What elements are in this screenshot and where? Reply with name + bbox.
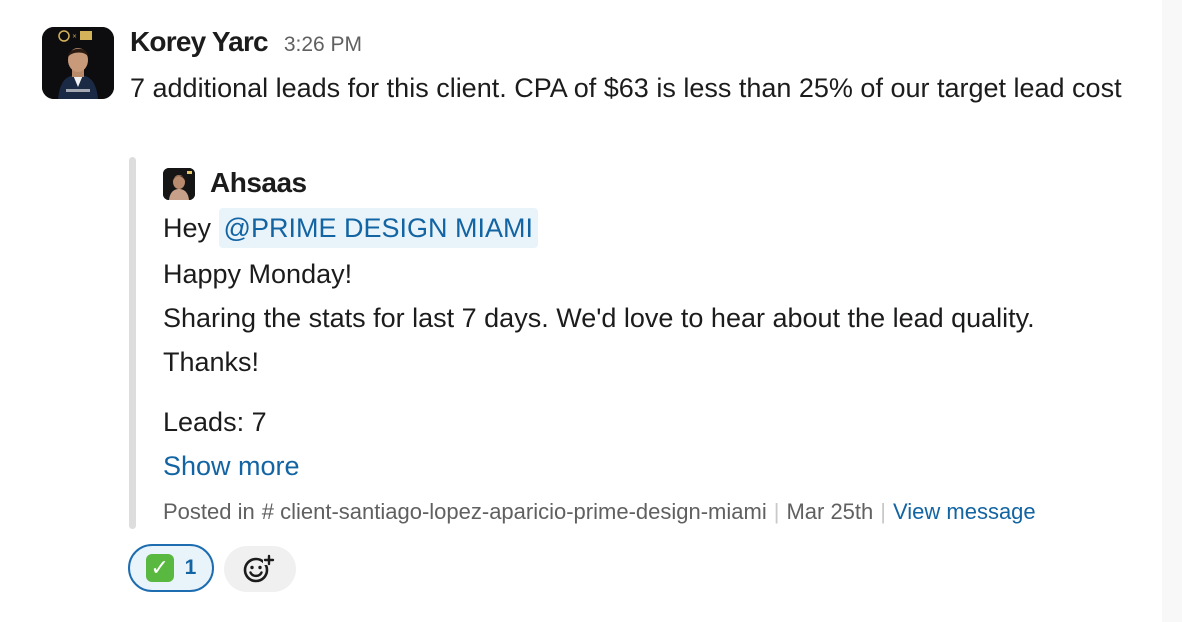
footer-separator: | bbox=[880, 499, 886, 524]
attachment-greeting-line: Hey @PRIME DESIGN MIAMI bbox=[163, 208, 538, 248]
posted-date: Mar 25th bbox=[786, 499, 874, 524]
emoji-add-icon bbox=[243, 554, 275, 583]
message-timestamp[interactable]: 3:26 PM bbox=[284, 33, 362, 57]
message-text: 7 additional leads for this client. CPA … bbox=[130, 73, 1122, 103]
footer-separator: | bbox=[773, 499, 780, 524]
attachment-author-avatar[interactable] bbox=[163, 168, 195, 200]
svg-text:×: × bbox=[72, 33, 77, 40]
message-header: Korey Yarc 3:26 PM bbox=[130, 26, 362, 62]
attachment-footer: Posted in # client-santiago-lopez-aparic… bbox=[163, 494, 1036, 530]
attachment-line: Happy Monday! bbox=[163, 259, 353, 289]
attachment-quote-bar bbox=[129, 157, 136, 529]
view-message-link[interactable]: View message bbox=[893, 494, 1036, 530]
channel-link[interactable]: # client-santiago-lopez-aparicio-prime-d… bbox=[262, 494, 767, 530]
scroll-gutter bbox=[1162, 0, 1182, 622]
author-avatar[interactable]: × bbox=[42, 27, 114, 99]
white-check-mark-icon: ✓ bbox=[145, 554, 174, 582]
attachment-leads-line: Leads: 7 bbox=[163, 407, 267, 437]
reaction-pill[interactable]: ✓ 1 bbox=[128, 544, 214, 592]
attachment-author-name[interactable]: Ahsaas bbox=[210, 163, 307, 203]
add-reaction-button[interactable] bbox=[224, 546, 296, 592]
author-name[interactable]: Korey Yarc bbox=[130, 26, 269, 58]
attachment-line: Thanks! bbox=[163, 347, 260, 377]
profile-photo-icon: × bbox=[42, 27, 114, 99]
greeting-text: Hey bbox=[163, 213, 212, 243]
reaction-count: 1 bbox=[184, 556, 197, 579]
user-mention[interactable]: @PRIME DESIGN MIAMI bbox=[218, 208, 538, 248]
posted-in-label: Posted in bbox=[163, 499, 255, 524]
show-more-link[interactable]: Show more bbox=[163, 446, 300, 486]
profile-photo-icon bbox=[163, 168, 195, 200]
attachment-line: Sharing the stats for last 7 days. We'd … bbox=[163, 303, 1035, 333]
